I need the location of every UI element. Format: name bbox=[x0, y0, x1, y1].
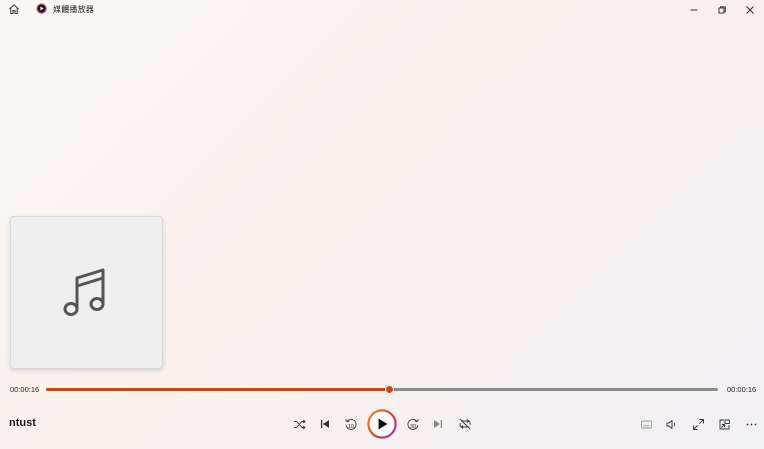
minimize-button[interactable] bbox=[680, 0, 708, 19]
next-icon bbox=[434, 420, 442, 428]
close-button[interactable] bbox=[736, 0, 764, 19]
album-art bbox=[10, 216, 163, 369]
repeat-button[interactable] bbox=[455, 414, 475, 434]
mini-player-icon bbox=[719, 419, 730, 429]
now-playing-title: ntust bbox=[9, 417, 36, 429]
volume-button[interactable] bbox=[661, 414, 681, 434]
app-title: 媒體播放器 bbox=[53, 5, 94, 14]
play-button[interactable] bbox=[367, 409, 397, 439]
media-player-icon bbox=[36, 3, 47, 14]
total-duration: 00:00:16 bbox=[727, 385, 757, 394]
fullscreen-button[interactable] bbox=[688, 414, 708, 434]
skip-forward-30-icon: 30 bbox=[407, 418, 419, 430]
shuffle-button[interactable] bbox=[289, 414, 309, 434]
restore-icon bbox=[718, 5, 726, 13]
close-icon bbox=[746, 5, 754, 14]
previous-button[interactable] bbox=[315, 414, 335, 434]
seek-bar-thumb[interactable] bbox=[384, 385, 394, 394]
shuffle-icon bbox=[293, 419, 306, 429]
previous-icon bbox=[321, 420, 329, 428]
seek-bar-progress bbox=[46, 388, 389, 391]
elapsed-time: 00:00:16 bbox=[10, 385, 40, 394]
repeat-off-icon bbox=[459, 418, 471, 430]
volume-icon bbox=[666, 419, 675, 429]
restore-button[interactable] bbox=[708, 0, 736, 19]
music-note-icon bbox=[62, 266, 112, 320]
subtitles-icon bbox=[640, 420, 652, 428]
skip-back-10-icon: 10 bbox=[345, 418, 357, 430]
seek-bar[interactable] bbox=[46, 385, 718, 394]
more-button[interactable] bbox=[741, 414, 761, 434]
fullscreen-icon bbox=[692, 418, 704, 430]
home-icon[interactable] bbox=[8, 3, 20, 15]
play-icon bbox=[367, 409, 397, 439]
more-icon bbox=[746, 423, 756, 425]
subtitles-button[interactable] bbox=[636, 414, 656, 434]
svg-text:10: 10 bbox=[348, 424, 354, 430]
minimize-icon bbox=[690, 9, 698, 10]
svg-text:30: 30 bbox=[410, 424, 416, 430]
skip-forward-button[interactable]: 30 bbox=[403, 414, 423, 434]
next-button[interactable] bbox=[428, 414, 448, 434]
mini-player-button[interactable] bbox=[714, 414, 734, 434]
skip-back-button[interactable]: 10 bbox=[341, 414, 361, 434]
title-bar: 媒體播放器 bbox=[0, 0, 764, 19]
